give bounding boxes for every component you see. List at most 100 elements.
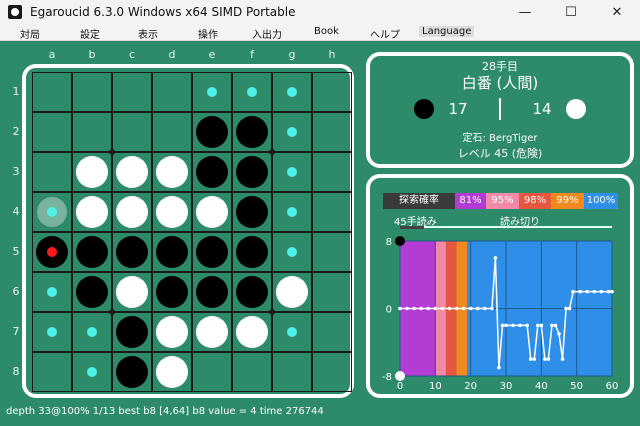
black-disc: [196, 116, 228, 148]
legal-move-marker[interactable]: [47, 327, 57, 337]
white-disc: [156, 316, 188, 348]
legal-move-marker[interactable]: [47, 287, 57, 297]
depth-bar: [400, 226, 612, 228]
cell-h4[interactable]: [312, 192, 352, 232]
white-disc: [116, 276, 148, 308]
black-disc: [76, 276, 108, 308]
x-tick-label: 60: [606, 381, 619, 392]
legal-move-marker[interactable]: [287, 127, 297, 137]
legal-move-marker[interactable]: [47, 207, 57, 217]
board-star-point: [109, 309, 115, 315]
eval-point: [543, 357, 547, 361]
othello-board[interactable]: [32, 72, 352, 392]
cell-h7[interactable]: [312, 312, 352, 352]
cell-c1[interactable]: [112, 72, 152, 112]
eval-point: [504, 323, 508, 328]
cell-a2[interactable]: [32, 112, 72, 152]
minimize-icon[interactable]: —: [502, 0, 548, 25]
menu-settings[interactable]: 設定: [80, 26, 100, 41]
eval-point: [550, 323, 554, 328]
cell-h6[interactable]: [312, 272, 352, 312]
score-divider: [499, 98, 501, 120]
cell-a1[interactable]: [32, 72, 72, 112]
eval-point: [578, 289, 582, 294]
cell-f8[interactable]: [232, 352, 272, 392]
column-label-c: c: [128, 48, 136, 61]
eval-point: [564, 306, 568, 311]
menu-help[interactable]: ヘルプ: [370, 26, 400, 41]
white-disc: [156, 356, 188, 388]
black-side-marker: [395, 236, 405, 246]
eval-point: [536, 323, 540, 328]
black-count: 17: [448, 100, 468, 118]
legal-move-marker[interactable]: [287, 87, 297, 97]
eval-point: [419, 306, 423, 311]
menu-display[interactable]: 表示: [138, 26, 158, 41]
legal-move-marker[interactable]: [287, 167, 297, 177]
legal-move-marker[interactable]: [287, 327, 297, 337]
eval-point: [606, 289, 611, 294]
eval-point: [560, 357, 565, 361]
black-disc: [196, 236, 228, 268]
x-tick-label: 10: [429, 381, 442, 392]
cell-e8[interactable]: [192, 352, 232, 392]
menu-game[interactable]: 対局: [20, 26, 40, 41]
legal-move-marker[interactable]: [247, 87, 257, 97]
board-star-point: [269, 149, 275, 155]
legal-move-marker[interactable]: [287, 247, 297, 257]
cell-c2[interactable]: [112, 112, 152, 152]
menu-book[interactable]: Book: [314, 26, 339, 37]
white-disc: [116, 196, 148, 228]
white-count: 14: [532, 100, 552, 118]
eval-point: [433, 306, 438, 311]
eval-point: [528, 357, 533, 361]
eval-point: [398, 306, 402, 311]
white-disc: [116, 156, 148, 188]
menu-operation[interactable]: 操作: [198, 26, 218, 41]
eval-point: [447, 306, 452, 311]
cell-a3[interactable]: [32, 152, 72, 192]
white-side-marker: [395, 371, 405, 381]
black-disc-icon: [414, 99, 434, 119]
eval-point: [461, 306, 466, 311]
app-icon: [8, 5, 22, 19]
cell-b1[interactable]: [72, 72, 112, 112]
legal-move-marker[interactable]: [287, 207, 297, 217]
cell-g8[interactable]: [272, 352, 312, 392]
cell-h3[interactable]: [312, 152, 352, 192]
y-tick-label: 0: [386, 305, 392, 316]
menu-language[interactable]: Language: [419, 26, 475, 37]
white-disc: [156, 196, 188, 228]
legal-move-marker[interactable]: [207, 87, 217, 97]
cell-b2[interactable]: [72, 112, 112, 152]
cell-d1[interactable]: [152, 72, 192, 112]
black-disc: [156, 236, 188, 268]
close-icon[interactable]: ✕: [594, 0, 640, 25]
cell-h1[interactable]: [312, 72, 352, 112]
eval-point: [493, 256, 498, 260]
maximize-icon[interactable]: ☐: [548, 0, 594, 25]
legend-95: 95%: [486, 193, 519, 209]
legal-move-marker[interactable]: [87, 367, 97, 377]
white-disc: [196, 196, 228, 228]
eval-point: [412, 306, 416, 311]
menu-io[interactable]: 入出力: [252, 26, 282, 41]
black-disc: [76, 236, 108, 268]
legend-100: 100%: [584, 193, 618, 209]
black-disc: [236, 116, 268, 148]
white-disc: [196, 316, 228, 348]
eval-point: [518, 323, 522, 328]
eval-point: [490, 306, 494, 311]
column-label-e: e: [208, 48, 216, 61]
cell-h8[interactable]: [312, 352, 352, 392]
depth-progress: [400, 226, 424, 229]
cell-d2[interactable]: [152, 112, 192, 152]
title-bar: Egaroucid 6.3.0 Windows x64 SIMD Portabl…: [0, 0, 640, 25]
cell-h2[interactable]: [312, 112, 352, 152]
eval-point: [539, 323, 544, 328]
cell-a8[interactable]: [32, 352, 72, 392]
cell-h5[interactable]: [312, 232, 352, 272]
eval-point: [546, 357, 551, 361]
legal-move-marker[interactable]: [87, 327, 97, 337]
column-label-b: b: [88, 48, 96, 61]
